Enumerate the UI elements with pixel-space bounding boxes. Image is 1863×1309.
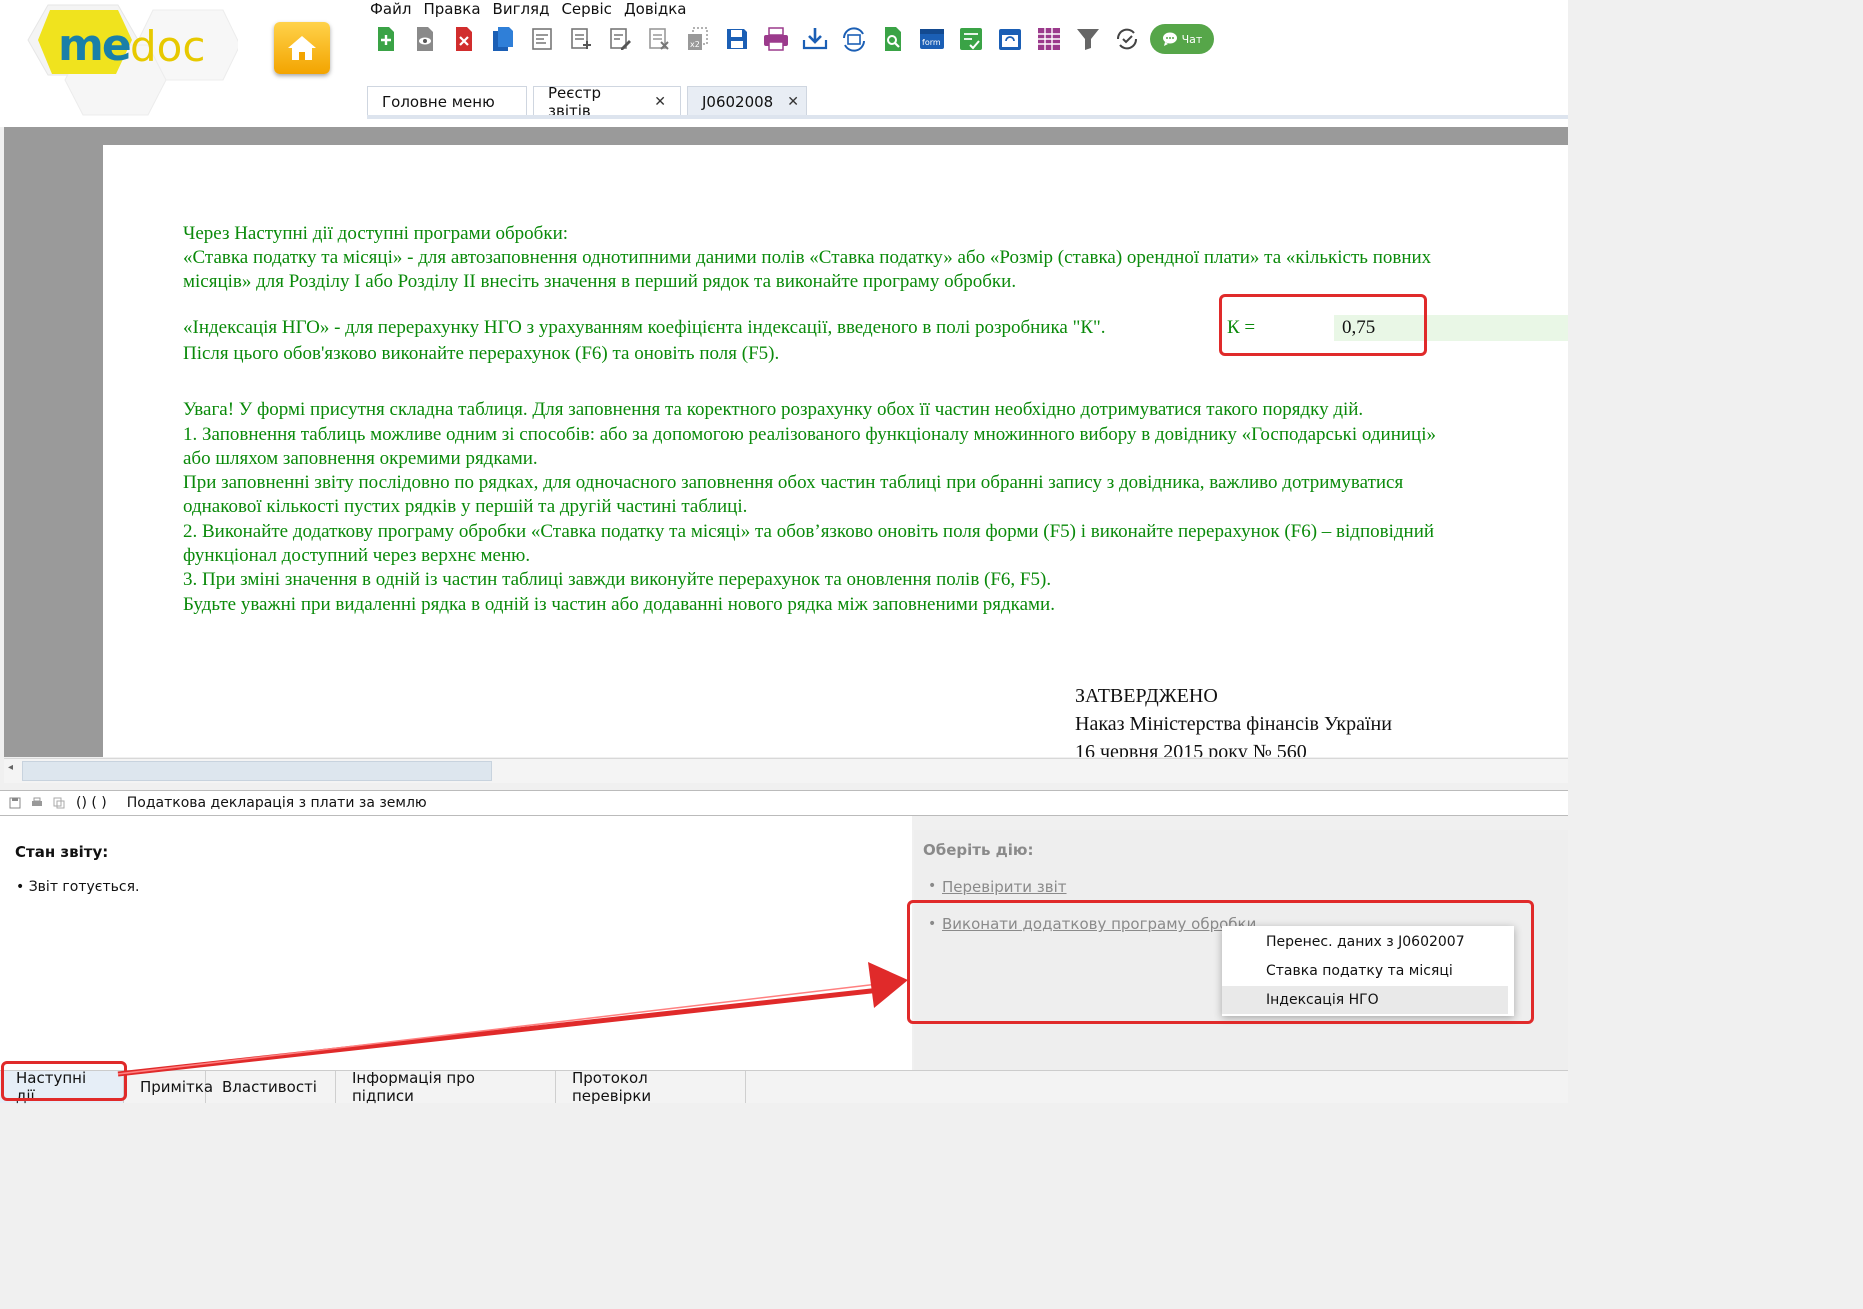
annotation-arrow bbox=[117, 962, 908, 1077]
